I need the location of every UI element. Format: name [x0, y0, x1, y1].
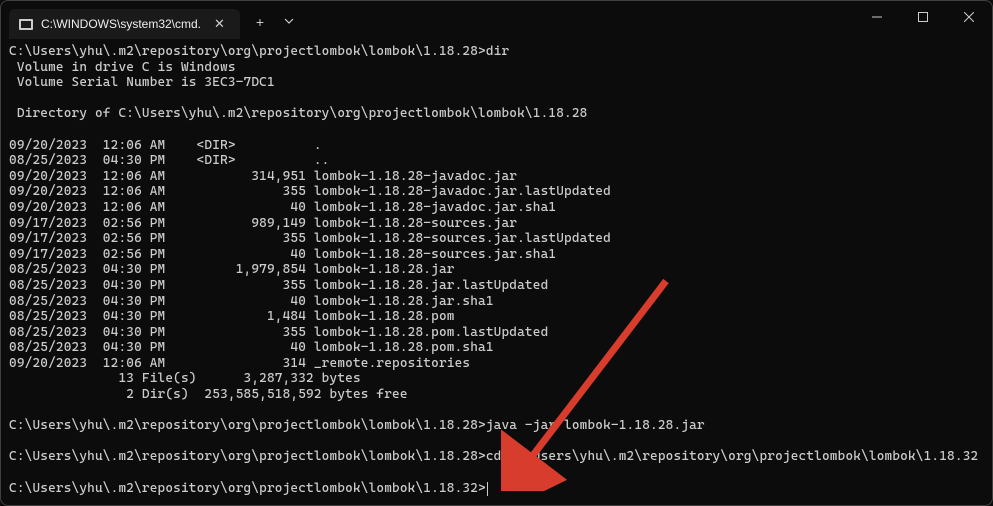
- output-line: 08/25/2023 04:30 PM 355 lombok-1.18.28.j…: [9, 278, 548, 293]
- tab-active[interactable]: C:\WINDOWS\system32\cmd. ✕: [9, 9, 240, 39]
- title-bar: C:\WINDOWS\system32\cmd. ✕ +: [1, 1, 992, 39]
- output-line: 08/25/2023 04:30 PM 40 lombok-1.18.28.ja…: [9, 294, 494, 309]
- output-line: Volume in drive C is Windows: [9, 60, 236, 75]
- close-button[interactable]: [946, 1, 992, 33]
- cmd-icon: [19, 19, 33, 30]
- minimize-button[interactable]: [854, 1, 900, 33]
- maximize-button[interactable]: [900, 1, 946, 33]
- output-line: C:\Users\yhu\.m2\repository\org\projectl…: [9, 44, 509, 59]
- output-line: 08/25/2023 04:30 PM 40 lombok-1.18.28.po…: [9, 340, 494, 355]
- output-line: 08/25/2023 04:30 PM 1,979,854 lombok-1.1…: [9, 262, 455, 277]
- output-line: 08/25/2023 04:30 PM 1,484 lombok-1.18.28…: [9, 309, 455, 324]
- output-line: 09/17/2023 02:56 PM 989,149 lombok-1.18.…: [9, 216, 517, 231]
- output-line: 09/17/2023 02:56 PM 355 lombok-1.18.28-s…: [9, 231, 611, 246]
- prompt-line: C:\Users\yhu\.m2\repository\org\projectl…: [9, 481, 486, 496]
- window-controls: [854, 1, 992, 33]
- output-line: 08/25/2023 04:30 PM 355 lombok-1.18.28.p…: [9, 325, 548, 340]
- output-line: 09/20/2023 12:06 AM 40 lombok-1.18.28-ja…: [9, 200, 556, 215]
- output-line: 09/20/2023 12:06 AM <DIR> .: [9, 138, 322, 153]
- output-line: Volume Serial Number is 3EC3-7DC1: [9, 75, 275, 90]
- tab-close-button[interactable]: ✕: [209, 14, 230, 34]
- output-line: Directory of C:\Users\yhu\.m2\repository…: [9, 106, 587, 121]
- output-line: 09/20/2023 12:06 AM 355 lombok-1.18.28-j…: [9, 184, 611, 199]
- tab-title: C:\WINDOWS\system32\cmd.: [41, 17, 201, 31]
- terminal-output[interactable]: C:\Users\yhu\.m2\repository\org\projectl…: [1, 39, 992, 501]
- new-tab-button[interactable]: +: [244, 8, 276, 36]
- cursor: [487, 482, 488, 496]
- output-line: 09/20/2023 12:06 AM 314,951 lombok-1.18.…: [9, 169, 517, 184]
- output-line: 09/20/2023 12:06 AM 314 _remote.reposito…: [9, 356, 470, 371]
- output-line: 09/17/2023 02:56 PM 40 lombok-1.18.28-so…: [9, 247, 556, 262]
- output-line: 13 File(s) 3,287,332 bytes: [9, 371, 361, 386]
- output-line: C:\Users\yhu\.m2\repository\org\projectl…: [9, 449, 978, 464]
- output-line: C:\Users\yhu\.m2\repository\org\projectl…: [9, 418, 705, 433]
- output-line: 2 Dir(s) 253,585,518,592 bytes free: [9, 387, 408, 402]
- tab-dropdown-button[interactable]: [276, 10, 302, 35]
- output-line: 08/25/2023 04:30 PM <DIR> ..: [9, 153, 330, 168]
